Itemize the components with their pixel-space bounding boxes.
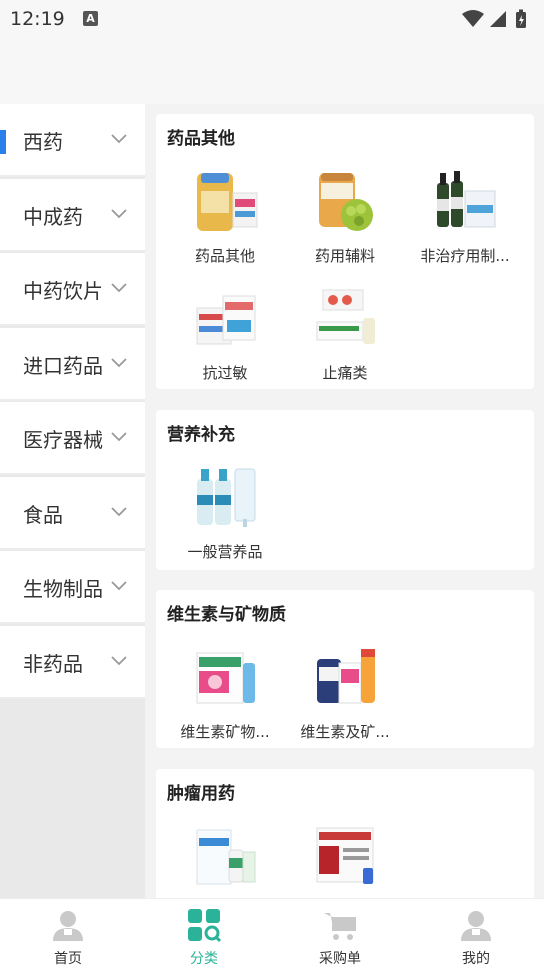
- category-tile[interactable]: 药用辅料: [286, 169, 404, 279]
- chevron-down-icon: [110, 279, 128, 298]
- tab-cart[interactable]: 采购单: [272, 899, 408, 975]
- section-card: 营养补充 一般营养品: [156, 410, 534, 570]
- header-area: [0, 38, 544, 104]
- category-tile[interactable]: 维生素及矿...: [286, 645, 404, 755]
- section-title: 营养补充: [167, 425, 235, 445]
- chevron-down-icon: [110, 354, 128, 373]
- status-time: 12:19: [10, 8, 65, 30]
- category-tile[interactable]: 止痛类: [286, 286, 404, 396]
- category-sidebar: 西药 中成药 中药饮片 进口药品 医疗器械 食品 生物制品 非药品: [0, 104, 145, 898]
- chevron-down-icon: [110, 652, 128, 671]
- section-title: 维生素与矿物质: [167, 605, 286, 625]
- profile-icon: [461, 911, 491, 941]
- user-icon: [53, 911, 83, 941]
- section-card: 维生素与矿物质 维生素矿物... 维生素及矿...: [156, 590, 534, 748]
- product-image: [197, 468, 256, 527]
- signal-icon: [490, 11, 506, 27]
- sidebar-item-label: 生物制品: [23, 577, 103, 601]
- sidebar-item-zhongyaoyinpian[interactable]: 中药饮片: [0, 253, 145, 326]
- product-image: [437, 171, 496, 228]
- product-image: [316, 289, 375, 344]
- product-image: [196, 295, 256, 345]
- bottom-tab-bar: 首页 分类 采购单 我的: [0, 898, 544, 975]
- sidebar-item-label: 西药: [23, 130, 63, 154]
- category-tile[interactable]: 维生素矿物...: [166, 645, 284, 755]
- tile-label: 药用辅料: [314, 247, 375, 265]
- sidebar-item-label: 中成药: [23, 205, 83, 229]
- chevron-down-icon: [110, 130, 128, 149]
- tile-label: 一般营养品: [187, 543, 263, 561]
- chevron-down-icon: [110, 205, 128, 224]
- sidebar-item-feiyaopin[interactable]: 非药品: [0, 626, 145, 699]
- sidebar-item-zhongchengyao[interactable]: 中成药: [0, 179, 145, 252]
- tab-label: 首页: [54, 951, 82, 967]
- product-image: [197, 173, 258, 231]
- category-icon: [188, 909, 222, 943]
- category-tile[interactable]: [166, 824, 284, 898]
- sidebar-item-jinkouyaopin[interactable]: 进口药品: [0, 328, 145, 401]
- chevron-down-icon: [110, 428, 128, 447]
- sidebar-item-label: 食品: [23, 503, 63, 527]
- chevron-down-icon: [110, 577, 128, 596]
- notification-icon: A: [83, 11, 98, 26]
- tile-label: 维生素矿物...: [180, 723, 270, 741]
- sidebar-item-shipin[interactable]: 食品: [0, 477, 145, 550]
- category-tile[interactable]: 药品其他: [166, 169, 284, 279]
- tile-label: 抗过敏: [202, 364, 248, 382]
- tab-category[interactable]: 分类: [136, 899, 272, 975]
- product-image: [196, 652, 255, 704]
- status-icons: [460, 8, 532, 34]
- wifi-icon: [462, 10, 484, 27]
- category-tile[interactable]: [286, 824, 404, 898]
- category-tile[interactable]: 一般营养品: [166, 465, 284, 575]
- product-image: [196, 829, 256, 885]
- section-card: 药品其他 药品其他 药用辅料 非治疗用制... 抗过敏 止痛类: [156, 114, 534, 389]
- tab-home[interactable]: 首页: [0, 899, 136, 975]
- sidebar-item-yiliaoqixie[interactable]: 医疗器械: [0, 402, 145, 475]
- tab-label: 我的: [462, 951, 490, 967]
- product-image: [317, 649, 375, 704]
- section-title: 肿瘤用药: [167, 784, 235, 804]
- sidebar-item-label: 中药饮片: [23, 279, 103, 303]
- category-content: 药品其他 药品其他 药用辅料 非治疗用制... 抗过敏 止痛类 营养补充 一般营…: [145, 104, 544, 898]
- cart-icon: [324, 913, 356, 940]
- section-card: 肿瘤用药: [156, 769, 534, 898]
- tile-label: 非治疗用制...: [420, 247, 510, 265]
- category-tile[interactable]: 抗过敏: [166, 286, 284, 396]
- tile-label: 止痛类: [322, 364, 368, 382]
- tile-label: 药品其他: [194, 247, 255, 265]
- sidebar-item-xiyao[interactable]: 西药: [0, 104, 145, 177]
- section-title: 药品其他: [167, 129, 235, 149]
- sidebar-item-shengwuzhipin[interactable]: 生物制品: [0, 551, 145, 624]
- category-tile[interactable]: 非治疗用制...: [406, 169, 524, 279]
- status-bar: 12:19 A: [0, 0, 544, 38]
- sidebar-item-label: 医疗器械: [23, 428, 103, 452]
- active-indicator: [0, 130, 6, 154]
- battery-icon: [516, 9, 526, 28]
- sidebar-item-label: 进口药品: [23, 354, 103, 378]
- product-image: [319, 173, 373, 231]
- product-image: [316, 827, 374, 884]
- tab-label: 采购单: [319, 951, 361, 967]
- tile-label: 维生素及矿...: [300, 723, 390, 741]
- sidebar-item-label: 非药品: [23, 652, 83, 676]
- tab-profile[interactable]: 我的: [408, 899, 544, 975]
- chevron-down-icon: [110, 503, 128, 522]
- tab-label: 分类: [190, 951, 218, 967]
